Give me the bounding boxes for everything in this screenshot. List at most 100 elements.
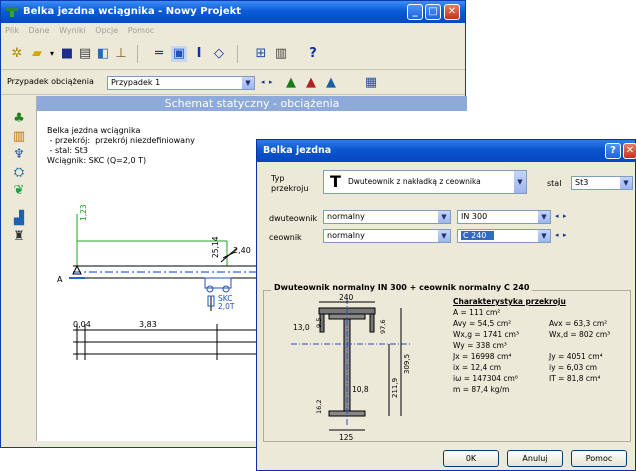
dim-web: 10,8 (352, 385, 369, 394)
section-heading: Dwuteownik normalny IN 300 + ceownik nor… (271, 283, 533, 292)
hoist-icon[interactable]: ♆ (9, 147, 29, 165)
prop-Avy: Avy = 54,5 cm² (453, 319, 512, 328)
ibeam-size-select[interactable]: IN 300 ▼ (457, 210, 551, 224)
toolbar: ✲ ▰ ▾ ■ ▤ ◧ ⊥ ═ ▣ I ◇ ⊞ ▥ ? (1, 38, 465, 70)
next-channel-icon[interactable]: ▸ (563, 231, 567, 239)
menu-plik[interactable]: Plik (5, 26, 19, 35)
remove-load-icon[interactable]: ▲ (303, 75, 319, 91)
new-icon[interactable]: ✲ (9, 46, 25, 62)
channel-kind-value: normalny (327, 231, 365, 240)
props-right: Avx = 63,3 cm² Wx,d = 802 cm³ Jy = 4051 … (549, 307, 610, 395)
load-case-select[interactable]: Przypadek 1 ▼ (107, 76, 255, 90)
menu-dane[interactable]: Dane (28, 26, 49, 35)
menu-pomoc[interactable]: Pomoc (128, 26, 155, 35)
prop-iw: iω = 147304 cm⁶ (453, 374, 518, 383)
props-columns: A = 111 cm² Avy = 54,5 cm² Wx,g = 1741 c… (453, 307, 633, 395)
beam-icon[interactable]: ▥ (9, 129, 29, 147)
section-type-select[interactable]: T Dwuteownik z nakładką z ceownika ▼ (323, 170, 527, 194)
print-icon[interactable]: ▤ (77, 46, 93, 62)
menu-opcje[interactable]: Opcje (95, 26, 118, 35)
load-line-icon[interactable]: ═ (151, 46, 167, 62)
crane-icon[interactable]: ⛭ (9, 165, 29, 183)
type-label: Typ przekroju (271, 174, 309, 193)
prop-iy: iy = 6,03 cm (549, 363, 598, 372)
hoist-load: 2,0T (218, 302, 235, 311)
dropdown-arrow-icon[interactable]: ▾ (44, 46, 60, 62)
save-icon[interactable]: ■ (59, 46, 75, 62)
load-case-bar: Przypadek obciążenia Przypadek 1 ▼ ◂ ▸ ▲… (1, 71, 465, 95)
toolbar-separator (137, 45, 138, 63)
export-icon[interactable]: ◧ (95, 46, 111, 62)
prop-blank (549, 307, 610, 318)
table-icon[interactable]: ▦ (363, 75, 379, 91)
cross-section-drawing: 240 13,0 9,5 97,6 309,5 211,9 10,8 16,2 … (291, 294, 411, 442)
cancel-button[interactable]: Anuluj (507, 450, 563, 467)
chevron-down-icon: ▼ (620, 177, 632, 189)
properties-panel: Charakterystyka przekroju A = 111 cm² Av… (453, 296, 633, 395)
help-icon[interactable]: ? (305, 46, 321, 62)
prop-blank (549, 340, 610, 351)
section-type-value: Dwuteownik z nakładką z ceownika (348, 177, 481, 186)
document-icon[interactable]: ▥ (273, 46, 289, 62)
open-icon[interactable]: ▰ (29, 46, 45, 62)
ibeam-kind-select[interactable]: normalny ▼ (323, 210, 451, 224)
prev-case-icon[interactable]: ◂ (261, 78, 265, 86)
load-case-label: Przypadek obciążenia (7, 77, 94, 86)
maximize-button[interactable]: □ (425, 4, 441, 20)
props-heading: Charakterystyka przekroju (453, 297, 566, 306)
channel-row-label: ceownik (269, 233, 302, 242)
channel-size-select[interactable]: C 240 ▼ (457, 229, 551, 243)
dialog-close-button[interactable]: ✕ (623, 143, 636, 159)
dialog-help-button[interactable]: ? (605, 143, 621, 159)
prop-IT: IT = 81,8 cm⁴ (549, 374, 601, 383)
loads-icon[interactable]: ❦ (9, 183, 29, 201)
next-case-icon[interactable]: ▸ (269, 78, 273, 86)
prop-Wy: Wy = 338 cm³ (453, 341, 507, 350)
channel-kind-select[interactable]: normalny ▼ (323, 229, 451, 243)
load-value-2: 25,14 (211, 236, 220, 258)
prop-Jy: Jy = 4051 cm⁴ (549, 352, 603, 361)
diamond-icon[interactable]: ◇ (211, 46, 227, 62)
minimize-button[interactable]: _ (407, 4, 423, 20)
prop-A: A = 111 cm² (453, 308, 501, 317)
ibeam-size-value: IN 300 (461, 212, 488, 221)
steel-select[interactable]: St3 ▼ (571, 176, 633, 190)
dim-value-1: 0,04 (73, 320, 91, 329)
prop-m: m = 87,4 kg/m (453, 385, 510, 394)
dim-h2: 211,9 (391, 378, 399, 398)
dialog-titlebar: Belka jezdna ? ✕ (257, 140, 636, 162)
prop-Wxg: Wx,g = 1741 cm³ (453, 330, 519, 339)
close-button[interactable]: ✕ (444, 4, 460, 20)
toolbar-separator (237, 45, 238, 63)
edit-tool-icon[interactable]: ▟ (9, 211, 29, 229)
ibeam-kind-value: normalny (327, 212, 365, 221)
prev-channel-icon[interactable]: ◂ (555, 231, 559, 239)
chevron-down-icon: ▼ (538, 230, 550, 242)
chevron-down-icon: ▼ (538, 211, 550, 223)
ibeam-icon[interactable]: I (191, 46, 207, 62)
edit-load-icon[interactable]: ▲ (323, 75, 339, 91)
delete-icon[interactable]: ♜ (9, 229, 29, 247)
report-icon[interactable]: ⊞ (253, 46, 269, 62)
prop-ix: ix = 12,4 cm (453, 363, 502, 372)
ok-button[interactable]: 0K (443, 450, 499, 467)
prop-Wxd: Wx,d = 802 cm³ (549, 330, 611, 339)
app-icon (6, 8, 18, 17)
dim-value-2: 3,83 (139, 320, 157, 329)
section-view-icon[interactable]: ▣ (171, 46, 187, 62)
beam-tool-icon[interactable]: ⊥ (113, 46, 129, 62)
support-icon[interactable]: ♣ (9, 111, 29, 129)
chevron-down-icon: ▼ (242, 77, 254, 89)
prev-ibeam-icon[interactable]: ◂ (555, 212, 559, 220)
ibeam-row-label: dwuteownik (269, 214, 318, 223)
add-load-icon[interactable]: ▲ (283, 75, 299, 91)
left-toolbox: ♣ ▥ ♆ ⛭ ❦ ▟ ♜ (9, 111, 29, 247)
dim-bottom: 16,2 (315, 400, 323, 414)
load-case-value: Przypadek 1 (111, 78, 161, 87)
help-button[interactable]: Pomoc (571, 450, 627, 467)
menu-wyniki[interactable]: Wyniki (59, 26, 86, 35)
load-value-3: 2,40 (233, 246, 251, 255)
next-ibeam-icon[interactable]: ▸ (563, 212, 567, 220)
ibeam-type-icon: T (330, 172, 341, 191)
